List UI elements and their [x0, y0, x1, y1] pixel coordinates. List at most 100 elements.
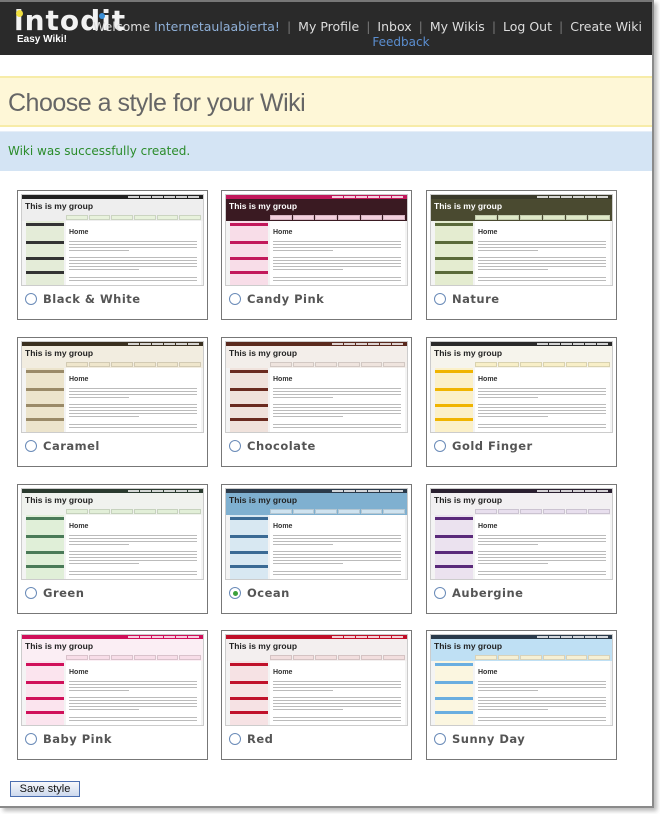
style-preview-thumbnail[interactable]: This is my group Home: [430, 488, 613, 580]
preview-tabs: [270, 215, 406, 220]
preview-home-heading: Home: [273, 376, 293, 383]
nav-my-wikis[interactable]: My Wikis: [430, 19, 485, 34]
preview-home-heading: Home: [273, 523, 293, 530]
preview-content: Home: [270, 368, 405, 432]
style-option-chocolate[interactable]: This is my group Home Chocolate: [221, 337, 412, 467]
radio-button[interactable]: [229, 587, 241, 599]
radio-button[interactable]: [229, 293, 241, 305]
preview-tabs: [66, 362, 202, 367]
style-name: Green: [43, 586, 85, 600]
preview-sidebar: [26, 661, 64, 725]
style-preview-thumbnail[interactable]: This is my group Home: [225, 194, 408, 286]
style-option-label[interactable]: Caramel: [25, 439, 100, 453]
style-preview-thumbnail[interactable]: This is my group Home: [21, 488, 204, 580]
nav-my-profile[interactable]: My Profile: [298, 19, 359, 34]
radio-button[interactable]: [434, 293, 446, 305]
preview-tabs: [66, 509, 202, 514]
preview-sidebar: [230, 515, 268, 579]
style-option-label[interactable]: Chocolate: [229, 439, 316, 453]
style-preview-thumbnail[interactable]: This is my group Home: [21, 341, 204, 433]
style-option-label[interactable]: Sunny Day: [434, 732, 525, 746]
style-option-label[interactable]: Aubergine: [434, 586, 523, 600]
style-preview-thumbnail[interactable]: This is my group Home: [21, 194, 204, 286]
preview-content: Home: [270, 221, 405, 285]
preview-home-heading: Home: [69, 523, 89, 530]
preview-tabs: [270, 655, 406, 660]
preview-top-bar: [226, 489, 407, 493]
style-name: Chocolate: [247, 439, 316, 453]
preview-content: Home: [66, 515, 201, 579]
style-preview-thumbnail[interactable]: This is my group Home: [430, 634, 613, 726]
preview-top-bar: [22, 635, 203, 639]
style-option-label[interactable]: Black & White: [25, 292, 141, 306]
preview-content: Home: [475, 368, 610, 432]
radio-button[interactable]: [229, 733, 241, 745]
radio-button[interactable]: [25, 440, 37, 452]
style-option-nature[interactable]: This is my group Home Nature: [426, 190, 617, 320]
preview-sidebar: [230, 368, 268, 432]
preview-tabs: [475, 362, 611, 367]
title-band: Choose a style for your Wiki: [0, 76, 652, 127]
username[interactable]: Internetaulaabierta!: [154, 19, 280, 34]
style-preview-thumbnail[interactable]: This is my group Home: [430, 341, 613, 433]
preview-tabs: [270, 362, 406, 367]
style-preview-thumbnail[interactable]: This is my group Home: [430, 194, 613, 286]
nav-feedback[interactable]: Feedback: [372, 35, 429, 49]
preview-tabs: [270, 509, 406, 514]
style-name: Red: [247, 732, 274, 746]
radio-button[interactable]: [434, 733, 446, 745]
preview-group-title: This is my group: [434, 495, 503, 505]
save-style-button[interactable]: Save style: [10, 781, 80, 797]
style-option-ocean[interactable]: This is my group Home Ocean: [221, 484, 412, 614]
style-option-caramel[interactable]: This is my group Home Caramel: [17, 337, 208, 467]
preview-home-heading: Home: [478, 229, 498, 236]
style-preview-thumbnail[interactable]: This is my group Home: [225, 488, 408, 580]
preview-tabs: [66, 215, 202, 220]
preview-sidebar: [26, 515, 64, 579]
style-option-label[interactable]: Nature: [434, 292, 500, 306]
style-option-gold-finger[interactable]: This is my group Home Gold Finger: [426, 337, 617, 467]
nav-separator: |: [366, 19, 371, 34]
preview-tabs: [475, 509, 611, 514]
preview-tabs: [475, 215, 611, 220]
nav-log-out[interactable]: Log Out: [503, 19, 552, 34]
style-preview-thumbnail[interactable]: This is my group Home: [225, 341, 408, 433]
preview-home-heading: Home: [478, 669, 498, 676]
style-preview-thumbnail[interactable]: This is my group Home: [21, 634, 204, 726]
style-option-sunny-day[interactable]: This is my group Home Sunny Day: [426, 630, 617, 760]
preview-home-heading: Home: [273, 669, 293, 676]
style-option-aubergine[interactable]: This is my group Home Aubergine: [426, 484, 617, 614]
nav-create-wiki[interactable]: Create Wiki: [570, 19, 642, 34]
preview-group-title: This is my group: [229, 348, 298, 358]
preview-group-title: This is my group: [25, 495, 94, 505]
radio-button[interactable]: [434, 587, 446, 599]
radio-button[interactable]: [229, 440, 241, 452]
preview-top-bar: [226, 195, 407, 199]
radio-button[interactable]: [25, 587, 37, 599]
nav-inbox[interactable]: Inbox: [377, 19, 411, 34]
preview-sidebar: [26, 221, 64, 285]
radio-button[interactable]: [434, 440, 446, 452]
style-option-label[interactable]: Ocean: [229, 586, 290, 600]
style-option-green[interactable]: This is my group Home Green: [17, 484, 208, 614]
style-option-label[interactable]: Candy Pink: [229, 292, 324, 306]
style-option-label[interactable]: Gold Finger: [434, 439, 533, 453]
preview-top-bar: [22, 342, 203, 346]
style-name: Candy Pink: [247, 292, 325, 306]
style-option-baby-pink[interactable]: This is my group Home Baby Pink: [17, 630, 208, 760]
preview-top-bar: [431, 342, 612, 346]
radio-button[interactable]: [25, 293, 37, 305]
style-option-label[interactable]: Baby Pink: [25, 732, 112, 746]
preview-home-heading: Home: [69, 669, 89, 676]
top-bar: intodit Easy Wiki! Welcome Internetaulaa…: [0, 0, 652, 55]
preview-sidebar: [435, 368, 473, 432]
style-preview-thumbnail[interactable]: This is my group Home: [225, 634, 408, 726]
style-option-black-white[interactable]: This is my group Home Black & White: [17, 190, 208, 320]
radio-button[interactable]: [25, 733, 37, 745]
preview-group-title: This is my group: [25, 201, 94, 211]
preview-sidebar: [230, 661, 268, 725]
style-option-label[interactable]: Green: [25, 586, 84, 600]
style-option-candy-pink[interactable]: This is my group Home Candy Pink: [221, 190, 412, 320]
style-option-red[interactable]: This is my group Home Red: [221, 630, 412, 760]
style-option-label[interactable]: Red: [229, 732, 273, 746]
